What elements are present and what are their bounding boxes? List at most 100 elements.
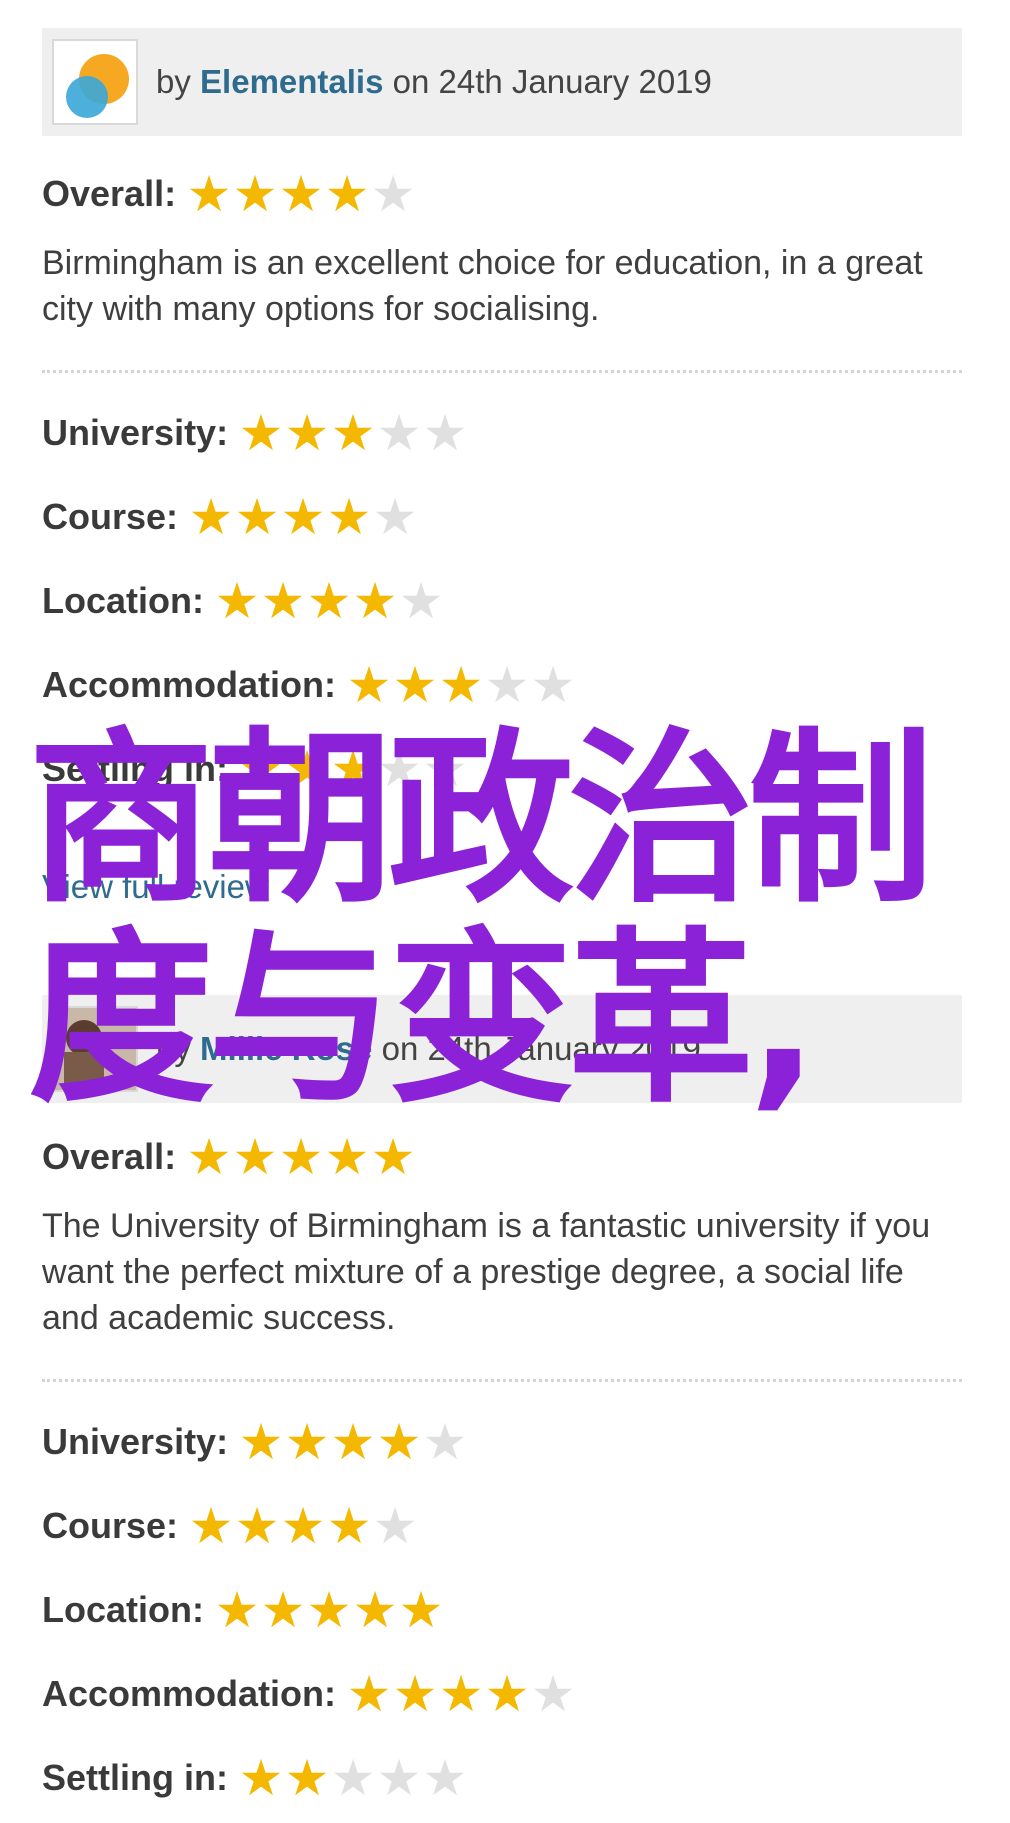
- star-filled-icon: ★: [346, 1665, 392, 1723]
- sub-rating-row: Location: ★ ★ ★ ★ ★: [42, 559, 962, 643]
- star-filled-icon: ★: [392, 1665, 438, 1723]
- overall-rating: Overall: ★ ★ ★ ★ ★: [42, 152, 962, 236]
- star-filled-icon: ★: [234, 488, 280, 546]
- star-rating: ★ ★ ★ ★ ★: [186, 1132, 416, 1182]
- star-filled-icon: ★: [484, 1665, 530, 1723]
- sub-rating-row: Course: ★ ★ ★ ★ ★: [42, 1484, 962, 1568]
- star-filled-icon: ★: [438, 656, 484, 714]
- star-filled-icon: ★: [284, 404, 330, 462]
- overlay-line-1: 商朝政治制: [28, 711, 934, 928]
- star-filled-icon: ★: [278, 1128, 324, 1186]
- star-rating: ★ ★ ★ ★ ★: [188, 1501, 418, 1551]
- avatar-logo-icon: [66, 54, 129, 118]
- rating-label: University:: [42, 412, 229, 453]
- star-rating: ★ ★ ★ ★ ★: [188, 492, 418, 542]
- star-filled-icon: ★: [352, 1581, 398, 1639]
- star-filled-icon: ★: [260, 1581, 306, 1639]
- overlay-caption: 商朝政治制 度与变革,: [28, 720, 988, 1120]
- star-filled-icon: ★: [438, 1665, 484, 1723]
- star-filled-icon: ★: [214, 572, 260, 630]
- star-filled-icon: ★: [324, 165, 370, 223]
- star-filled-icon: ★: [214, 1581, 260, 1639]
- divider: [42, 1379, 962, 1382]
- star-empty-icon: ★: [530, 656, 576, 714]
- sub-rating-row: University: ★ ★ ★ ★ ★: [42, 391, 962, 475]
- sub-rating-row: University: ★ ★ ★ ★ ★: [42, 1400, 962, 1484]
- star-filled-icon: ★: [398, 1581, 444, 1639]
- star-filled-icon: ★: [370, 1128, 416, 1186]
- sub-rating-row: Course: ★ ★ ★ ★ ★: [42, 475, 962, 559]
- star-empty-icon: ★: [376, 1749, 422, 1807]
- star-filled-icon: ★: [326, 488, 372, 546]
- star-rating: ★ ★ ★ ★ ★: [238, 408, 468, 458]
- star-filled-icon: ★: [232, 1128, 278, 1186]
- star-rating: ★ ★ ★ ★ ★: [214, 576, 444, 626]
- sub-rating-row: Settling in: ★ ★ ★ ★ ★: [42, 1736, 962, 1820]
- star-filled-icon: ★: [306, 572, 352, 630]
- star-filled-icon: ★: [392, 656, 438, 714]
- star-rating: ★ ★ ★ ★ ★: [214, 1585, 444, 1635]
- review-header: by Elementalis on 24th January 2019: [42, 28, 962, 136]
- star-filled-icon: ★: [306, 1581, 352, 1639]
- rating-label: Accommodation:: [42, 664, 337, 705]
- star-filled-icon: ★: [326, 1497, 372, 1555]
- star-filled-icon: ★: [278, 165, 324, 223]
- rating-label: Location:: [42, 580, 204, 621]
- star-filled-icon: ★: [232, 165, 278, 223]
- author-link[interactable]: Elementalis: [200, 63, 383, 100]
- star-filled-icon: ★: [280, 1497, 326, 1555]
- overlay-line-2: 度与变革,: [28, 911, 819, 1128]
- star-filled-icon: ★: [186, 165, 232, 223]
- star-empty-icon: ★: [484, 656, 530, 714]
- star-rating: ★ ★ ★ ★ ★: [346, 660, 576, 710]
- star-filled-icon: ★: [352, 572, 398, 630]
- byline: by Elementalis on 24th January 2019: [156, 63, 712, 100]
- rating-label: Settling in:: [42, 1757, 228, 1798]
- rating-label: Location:: [42, 1589, 204, 1630]
- sub-rating-row: Location: ★ ★ ★ ★ ★: [42, 1568, 962, 1652]
- rating-label: Overall:: [42, 1136, 177, 1177]
- star-filled-icon: ★: [260, 572, 306, 630]
- star-filled-icon: ★: [238, 1749, 284, 1807]
- rating-label: Course:: [42, 496, 179, 537]
- star-empty-icon: ★: [376, 404, 422, 462]
- star-rating: ★ ★ ★ ★ ★: [238, 1753, 468, 1803]
- star-empty-icon: ★: [372, 1497, 418, 1555]
- star-empty-icon: ★: [422, 1749, 468, 1807]
- star-filled-icon: ★: [238, 1413, 284, 1471]
- star-filled-icon: ★: [330, 404, 376, 462]
- rating-label: University:: [42, 1421, 229, 1462]
- star-filled-icon: ★: [346, 656, 392, 714]
- star-filled-icon: ★: [188, 488, 234, 546]
- star-rating: ★ ★ ★ ★ ★: [346, 1669, 576, 1719]
- star-filled-icon: ★: [324, 1128, 370, 1186]
- star-filled-icon: ★: [186, 1128, 232, 1186]
- star-empty-icon: ★: [372, 488, 418, 546]
- star-empty-icon: ★: [422, 404, 468, 462]
- review-text: Birmingham is an excellent choice for ed…: [42, 244, 923, 328]
- star-empty-icon: ★: [398, 572, 444, 630]
- star-rating: ★ ★ ★ ★ ★: [186, 169, 416, 219]
- star-filled-icon: ★: [188, 1497, 234, 1555]
- star-filled-icon: ★: [234, 1497, 280, 1555]
- reviewer-avatar[interactable]: [52, 39, 138, 125]
- divider: [42, 370, 962, 373]
- review-date: on 24th January 2019: [392, 63, 712, 100]
- star-filled-icon: ★: [284, 1749, 330, 1807]
- star-filled-icon: ★: [238, 404, 284, 462]
- rating-label: Course:: [42, 1505, 179, 1546]
- star-filled-icon: ★: [330, 1413, 376, 1471]
- sub-ratings: University: ★ ★ ★ ★ ★ Course: ★ ★ ★ ★ ★ Location: ★ ★ ★…: [42, 1400, 962, 1820]
- review-card-1: by Elementalis on 24th January 2019 Over…: [42, 28, 962, 811]
- rating-label: Accommodation:: [42, 1673, 337, 1714]
- star-empty-icon: ★: [422, 1413, 468, 1471]
- star-empty-icon: ★: [330, 1749, 376, 1807]
- star-filled-icon: ★: [280, 488, 326, 546]
- star-rating: ★ ★ ★ ★ ★: [238, 1417, 468, 1467]
- rating-label: Overall:: [42, 173, 177, 214]
- review-text: The University of Birmingham is a fantas…: [42, 1207, 931, 1337]
- star-empty-icon: ★: [370, 165, 416, 223]
- star-filled-icon: ★: [376, 1413, 422, 1471]
- sub-rating-row: Accommodation: ★ ★ ★ ★ ★: [42, 1652, 962, 1736]
- star-empty-icon: ★: [530, 1665, 576, 1723]
